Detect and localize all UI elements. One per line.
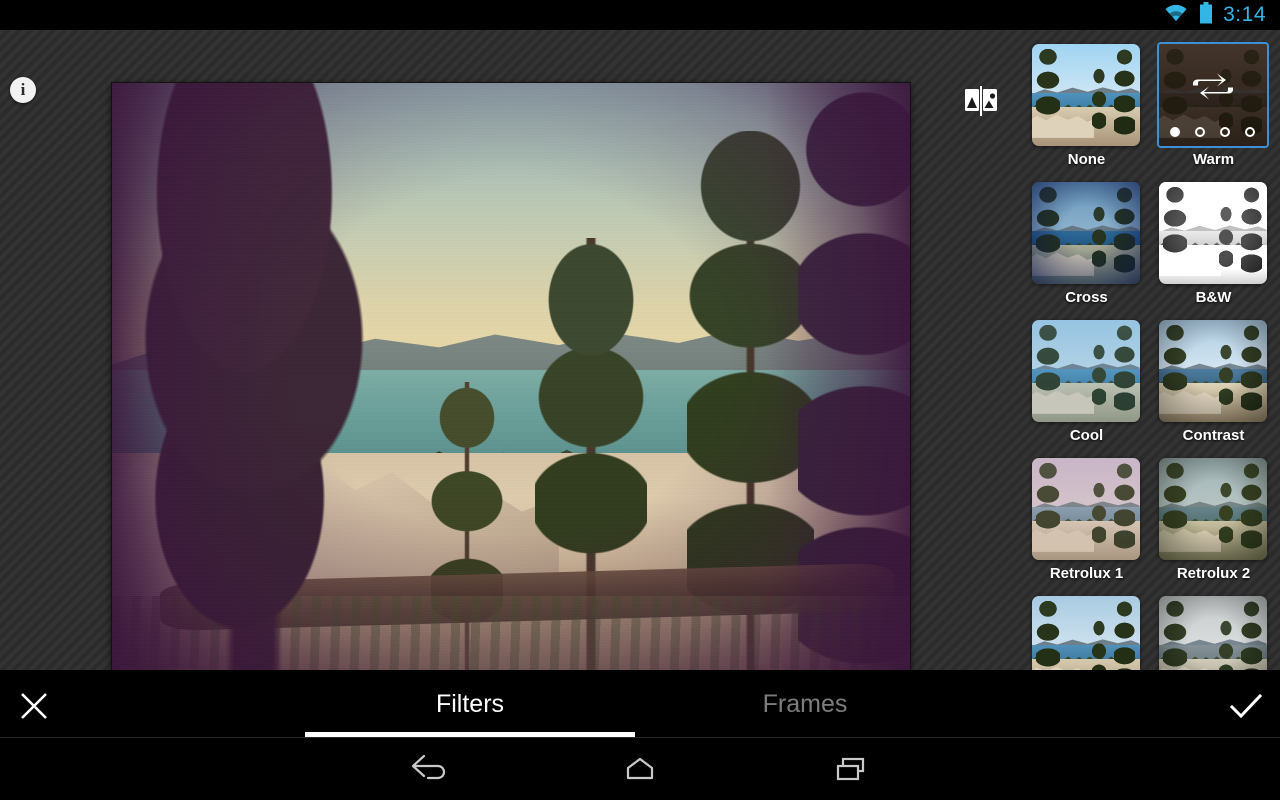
filter-preview: [1158, 458, 1267, 560]
filter-preview: [1158, 182, 1267, 284]
filter-preview: [1031, 458, 1140, 560]
variant-dot[interactable]: [1195, 127, 1205, 137]
preview-grade: [1032, 44, 1140, 146]
filter-thumbnail[interactable]: [1158, 44, 1267, 146]
filter-item-cool[interactable]: Cool: [1031, 320, 1142, 458]
filter-thumbnail[interactable]: [1158, 458, 1267, 560]
filter-thumbnail[interactable]: [1031, 320, 1140, 422]
filter-item-cross[interactable]: Cross: [1031, 182, 1142, 320]
filter-item-none[interactable]: None: [1031, 44, 1142, 182]
edited-photo[interactable]: [112, 83, 910, 680]
filter-item-contrast[interactable]: Contrast: [1158, 320, 1269, 458]
filter-thumbnail[interactable]: [1031, 44, 1140, 146]
photo-grain: [112, 83, 910, 680]
tab-filters[interactable]: Filters: [305, 690, 635, 719]
preview-grade: [1158, 596, 1267, 670]
filter-thumbnail[interactable]: [1031, 182, 1140, 284]
android-nav-bar: [0, 738, 1280, 800]
filter-label: Warm: [1192, 151, 1235, 168]
filter-preview: [1031, 596, 1140, 670]
preview-grade: [1158, 182, 1267, 284]
filter-preview: [1031, 182, 1140, 284]
filter-preview: [1031, 320, 1140, 422]
filter-item-retrolux-1[interactable]: Retrolux 1: [1031, 458, 1142, 596]
loop-shuffle-icon[interactable]: [1190, 66, 1236, 111]
filter-thumbnail[interactable]: [1158, 320, 1267, 422]
back-arrow-icon[interactable]: [401, 747, 457, 791]
filter-preview: [1031, 44, 1140, 146]
recent-apps-icon[interactable]: [823, 747, 879, 791]
preview-grade: [1031, 458, 1140, 560]
filter-rail[interactable]: None Warm Cross B&W Cool Contrast Retrolux 1 Re…: [1020, 30, 1280, 670]
filter-item-more-9[interactable]: [1158, 596, 1269, 670]
preview-grade: [1031, 320, 1140, 422]
filter-label: Retrolux 2: [1176, 565, 1251, 582]
preview-grade: [1031, 182, 1140, 284]
filter-label: B&W: [1195, 289, 1232, 306]
variant-dot[interactable]: [1170, 127, 1180, 137]
variant-dot[interactable]: [1245, 127, 1255, 137]
filter-item-retrolux-2[interactable]: Retrolux 2: [1158, 458, 1269, 596]
home-icon[interactable]: [612, 747, 668, 791]
filter-item-more-8[interactable]: [1031, 596, 1142, 670]
filter-label: Retrolux 1: [1049, 565, 1124, 582]
photo-editor-screen: 3:14 i None Warm Cross B&W Cool Contrast…: [0, 0, 1280, 800]
filter-label: Cross: [1065, 289, 1108, 306]
info-icon-glyph: i: [20, 80, 26, 99]
variant-dot[interactable]: [1220, 127, 1230, 137]
tab-active-underline: [305, 732, 635, 737]
filter-preview: [1158, 596, 1267, 670]
status-bar: 3:14: [0, 0, 1280, 30]
filter-thumbnail[interactable]: [1031, 458, 1140, 560]
variant-dots: [1159, 127, 1267, 137]
filter-item-warm[interactable]: Warm: [1158, 44, 1269, 182]
filter-thumbnail[interactable]: [1031, 596, 1140, 670]
wifi-icon: [1163, 3, 1189, 28]
status-clock: 3:14: [1223, 3, 1266, 26]
close-x-icon[interactable]: [14, 686, 54, 726]
filter-label: None: [1067, 151, 1106, 168]
bottom-tab-bar: Filters Frames: [0, 670, 1280, 738]
filter-thumbnail[interactable]: [1158, 596, 1267, 670]
preview-grade: [1032, 596, 1140, 670]
filter-label: Cool: [1069, 427, 1104, 444]
filter-item-b-w[interactable]: B&W: [1158, 182, 1269, 320]
preview-grade: [1158, 458, 1267, 560]
filter-thumbnail[interactable]: [1158, 182, 1267, 284]
filter-label: Contrast: [1182, 427, 1245, 444]
battery-icon: [1199, 1, 1213, 29]
filter-preview: [1158, 320, 1267, 422]
preview-grade: [1158, 320, 1267, 422]
check-icon[interactable]: [1226, 686, 1266, 726]
compare-image-icon[interactable]: [962, 84, 1000, 118]
info-icon[interactable]: i: [10, 77, 36, 103]
tab-frames[interactable]: Frames: [640, 690, 970, 719]
